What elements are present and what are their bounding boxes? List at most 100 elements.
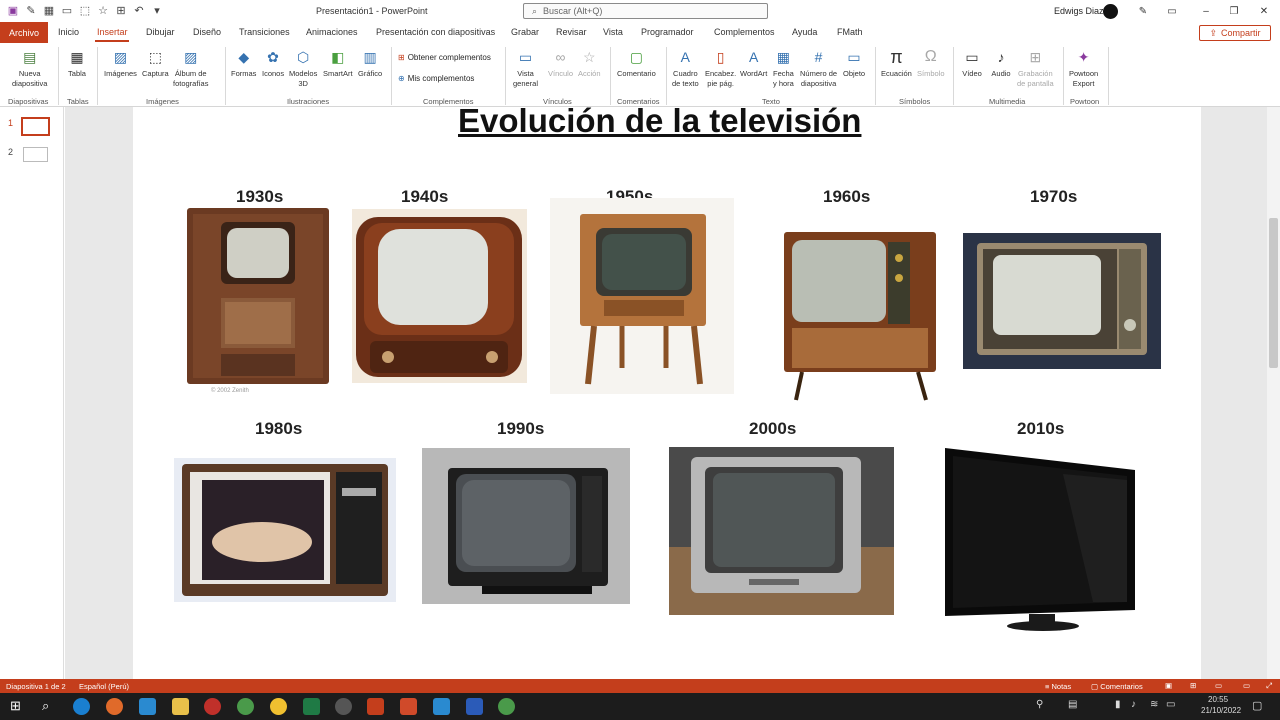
search-icon[interactable]: ⌕	[42, 698, 49, 714]
tv-1970s-image[interactable]	[963, 233, 1161, 369]
video-button[interactable]: ▭ Vídeo	[962, 47, 982, 79]
slideshow-icon[interactable]: ▭	[1243, 681, 1250, 690]
action-button[interactable]: ☆ Acción	[578, 47, 601, 79]
slide-thumbnail-1[interactable]	[21, 117, 50, 136]
customize-qat-icon[interactable]: ▾	[150, 3, 164, 17]
excel-icon[interactable]	[303, 698, 320, 715]
tab-grabar[interactable]: Grabar	[511, 27, 539, 37]
opera-icon[interactable]	[204, 698, 221, 715]
fit-slide-icon[interactable]: ⤢	[1266, 681, 1272, 691]
media-player-icon[interactable]	[335, 698, 352, 715]
pen-mode-icon[interactable]: ✎	[1134, 3, 1152, 19]
undo-icon[interactable]: ↶	[132, 3, 146, 17]
icons-button[interactable]: ✿ Iconos	[262, 47, 284, 79]
smartart-button[interactable]: ◧ SmartArt	[323, 47, 353, 79]
reading-view-icon[interactable]: ▭	[1215, 681, 1222, 690]
people-icon[interactable]: ⚲	[1036, 699, 1043, 710]
tv-1930s-image[interactable]: © 2002 Zenith	[185, 208, 331, 396]
minimize-icon[interactable]: –	[1197, 3, 1215, 19]
tab-insertar[interactable]: Insertar	[97, 27, 128, 37]
word-icon[interactable]	[466, 698, 483, 715]
equation-button[interactable]: π Ecuación	[881, 47, 912, 79]
powtoon-export-button[interactable]: ✦ Powtoon Export	[1069, 47, 1098, 89]
tab-revisar[interactable]: Revisar	[556, 27, 587, 37]
tv-1960s-image[interactable]	[782, 228, 938, 408]
edge-icon[interactable]	[73, 698, 90, 715]
language-icon[interactable]: ▭	[1166, 699, 1175, 710]
slide-sorter-icon[interactable]: ⊞	[1190, 681, 1196, 690]
microphone-icon[interactable]: ▮	[1115, 699, 1121, 710]
search-box[interactable]: ⌕ Buscar (Alt+Q)	[523, 3, 768, 19]
images-button[interactable]: ▨ Imágenes	[104, 47, 137, 79]
tab-programador[interactable]: Programador	[641, 27, 694, 37]
scrollbar-thumb[interactable]	[1269, 218, 1278, 368]
app-icon[interactable]	[400, 698, 417, 715]
slide-icon[interactable]: ▭	[60, 3, 74, 17]
tab-fmath[interactable]: FMath	[837, 27, 863, 37]
tv-1990s-image[interactable]	[422, 448, 630, 604]
date-time-button[interactable]: ▦ Fecha y hora	[773, 47, 794, 89]
symbol-button[interactable]: Ω Símbolo	[917, 47, 945, 79]
ribbon-display-icon[interactable]: ▭	[1163, 3, 1181, 19]
zoom-button[interactable]: ▭ Vista general	[513, 47, 538, 89]
notifications-icon[interactable]: ▢	[1252, 699, 1262, 712]
file-explorer-icon[interactable]	[172, 698, 189, 715]
star-icon[interactable]: ☆	[96, 3, 110, 17]
get-addins-button[interactable]: ⊞ Obtener complementos	[398, 53, 491, 62]
close-icon[interactable]: ✕	[1255, 3, 1273, 19]
my-addins-button[interactable]: ⊕ Mis complementos	[398, 74, 474, 83]
table-button[interactable]: ▦ Tabla	[67, 47, 87, 79]
notes-button[interactable]: ≡ Notas	[1045, 682, 1071, 691]
windows-start-icon[interactable]: ⊞	[10, 698, 21, 714]
tab-transiciones[interactable]: Transiciones	[239, 27, 290, 37]
grid-icon[interactable]: ⊞	[114, 3, 128, 17]
volume-icon[interactable]: ♪	[1131, 699, 1136, 710]
tv-1940s-image[interactable]	[352, 209, 527, 383]
tv-2010s-image[interactable]	[943, 446, 1137, 632]
language-indicator[interactable]: Español (Perú)	[79, 682, 129, 691]
slide-number-button[interactable]: # Número de diapositiva	[800, 47, 837, 89]
text-box-button[interactable]: A Cuadro de texto	[672, 47, 699, 89]
tv-1950s-image[interactable]	[550, 198, 734, 394]
tab-diseno[interactable]: Diseño	[193, 27, 221, 37]
chrome-icon[interactable]	[237, 698, 254, 715]
tab-ayuda[interactable]: Ayuda	[792, 27, 817, 37]
restore-icon[interactable]: ❐	[1225, 3, 1243, 19]
link-button[interactable]: ∞ Vínculo	[548, 47, 573, 79]
3d-models-button[interactable]: ⬡ Modelos 3D	[289, 47, 317, 89]
vertical-scrollbar[interactable]	[1267, 107, 1280, 679]
slide-thumbnail-2[interactable]	[23, 147, 48, 162]
table-icon[interactable]: ▦	[42, 3, 56, 17]
keyboard-icon[interactable]: ▤	[1068, 699, 1077, 710]
shapes-button[interactable]: ◆ Formas	[231, 47, 256, 79]
select-icon[interactable]: ⬚	[78, 3, 92, 17]
audio-button[interactable]: ♪ Audio	[991, 47, 1011, 79]
slide-title[interactable]: Evolución de la televisión	[458, 102, 861, 140]
photo-album-button[interactable]: ▨ Álbum de fotografías	[173, 47, 208, 89]
comment-button[interactable]: ▢ Comentario	[617, 47, 656, 79]
comments-button[interactable]: ▢ Comentarios	[1091, 682, 1143, 691]
object-button[interactable]: ▭ Objeto	[843, 47, 865, 79]
screenshot-button[interactable]: ⬚ Captura	[142, 47, 169, 79]
save-icon[interactable]: ▣	[6, 3, 20, 17]
clock-time[interactable]: 20:55	[1208, 695, 1228, 704]
tv-1980s-image[interactable]	[174, 458, 396, 602]
new-slide-button[interactable]: ▤ Nueva diapositiva	[12, 47, 47, 89]
pen-icon[interactable]: ✎	[24, 3, 38, 17]
chrome-icon[interactable]	[498, 698, 515, 715]
tab-presentacion[interactable]: Presentación con diapositivas	[376, 27, 495, 37]
network-icon[interactable]: ≋	[1150, 699, 1158, 710]
tab-inicio[interactable]: Inicio	[58, 27, 79, 37]
tab-dibujar[interactable]: Dibujar	[146, 27, 175, 37]
tab-complementos[interactable]: Complementos	[714, 27, 775, 37]
todo-icon[interactable]	[139, 698, 156, 715]
header-footer-button[interactable]: ▯ Encabez. pie pág.	[705, 47, 736, 89]
mail-icon[interactable]	[433, 698, 450, 715]
avatar[interactable]	[1103, 4, 1118, 19]
tab-animaciones[interactable]: Animaciones	[306, 27, 358, 37]
powerpoint-icon[interactable]	[367, 698, 384, 715]
wordart-button[interactable]: A WordArt	[740, 47, 767, 79]
tab-archivo[interactable]: Archivo	[0, 22, 48, 43]
clock-date[interactable]: 21/10/2022	[1201, 706, 1241, 715]
share-button[interactable]: ⇪ Compartir	[1199, 25, 1271, 41]
